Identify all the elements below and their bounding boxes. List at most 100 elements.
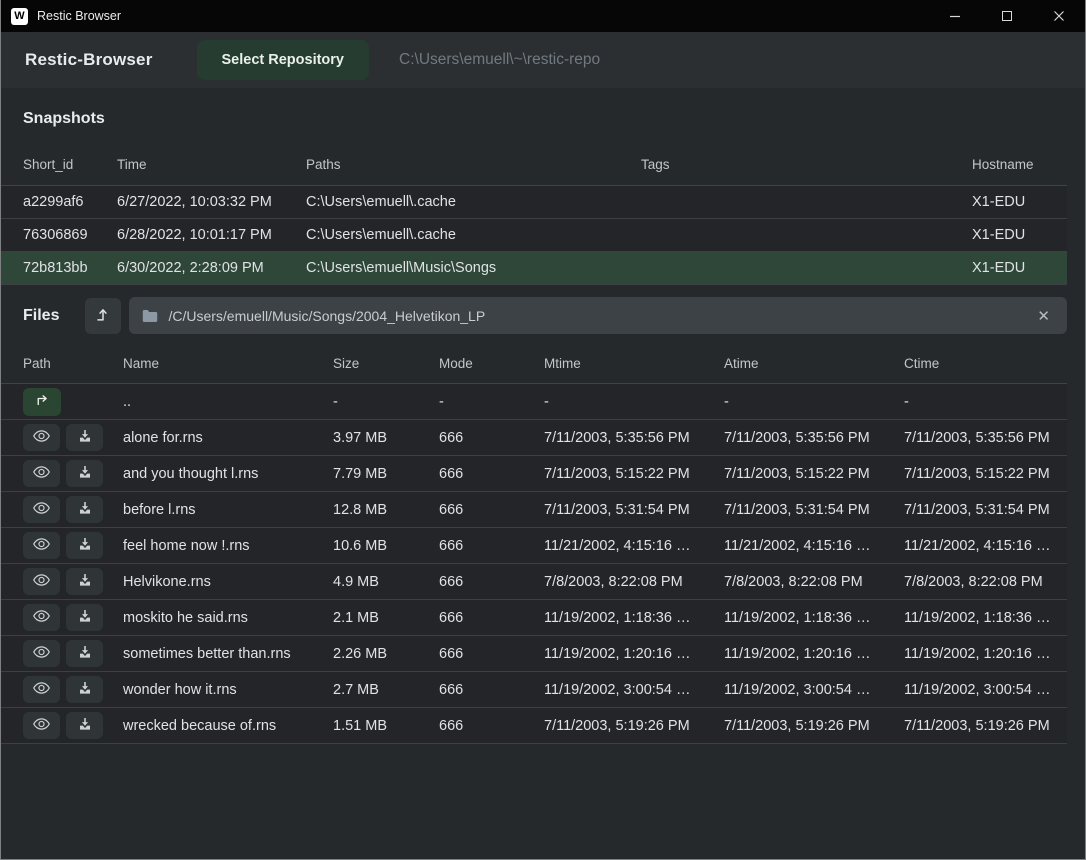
eye-icon	[32, 608, 51, 627]
file-atime: 11/19/2002, 1:18:36 …	[724, 610, 904, 626]
file-atime: 7/11/2003, 5:31:54 PM	[724, 502, 904, 518]
preview-file-button[interactable]	[23, 496, 60, 523]
parent-directory-button[interactable]	[23, 388, 61, 416]
column-header-time: Time	[117, 157, 306, 172]
column-header-size: Size	[333, 356, 439, 371]
file-mtime: 11/19/2002, 1:20:16 …	[544, 646, 724, 662]
file-ctime: 7/11/2003, 5:19:26 PM	[904, 718, 1067, 734]
preview-file-button[interactable]	[23, 640, 60, 667]
up-right-arrow-icon	[33, 391, 51, 412]
download-file-button[interactable]	[66, 424, 103, 451]
eye-icon	[32, 716, 51, 735]
go-up-button[interactable]	[85, 298, 121, 334]
file-ctime: 7/11/2003, 5:31:54 PM	[904, 502, 1067, 518]
file-row: and you thought l.rns 7.79 MB 666 7/11/2…	[1, 456, 1067, 492]
file-mode: 666	[439, 646, 544, 662]
file-name: feel home now !.rns	[123, 538, 333, 554]
column-header-ctime: Ctime	[904, 356, 1067, 371]
files-table: Path Name Size Mode Mtime Atime Ctime ..	[1, 344, 1067, 744]
minimize-button[interactable]	[929, 0, 981, 32]
file-name: ..	[123, 394, 333, 410]
app-title: Restic-Browser	[25, 50, 153, 70]
close-button[interactable]	[1033, 0, 1085, 32]
column-header-mode: Mode	[439, 356, 544, 371]
file-mtime: 7/8/2003, 8:22:08 PM	[544, 574, 724, 590]
preview-file-button[interactable]	[23, 460, 60, 487]
download-icon	[77, 716, 93, 735]
preview-file-button[interactable]	[23, 532, 60, 559]
eye-icon	[32, 500, 51, 519]
wails-logo-icon: W	[11, 8, 28, 25]
file-size: 2.26 MB	[333, 646, 439, 662]
close-icon	[1053, 10, 1065, 22]
file-name: wonder how it.rns	[123, 682, 333, 698]
file-size: -	[333, 394, 439, 410]
maximize-icon	[1002, 11, 1012, 21]
window-controls	[929, 0, 1085, 32]
file-mtime: 11/19/2002, 1:18:36 …	[544, 610, 724, 626]
file-mtime: 7/11/2003, 5:15:22 PM	[544, 466, 724, 482]
column-header-mtime: Mtime	[544, 356, 724, 371]
download-file-button[interactable]	[66, 640, 103, 667]
clear-path-button[interactable]: ✕	[1033, 305, 1054, 327]
file-name: wrecked because of.rns	[123, 718, 333, 734]
files-table-header: Path Name Size Mode Mtime Atime Ctime	[1, 344, 1067, 384]
preview-file-button[interactable]	[23, 568, 60, 595]
eye-icon	[32, 680, 51, 699]
snapshot-row[interactable]: a2299af6 6/27/2022, 10:03:32 PM C:\Users…	[1, 186, 1067, 219]
file-mtime: -	[544, 394, 724, 410]
file-row: wonder how it.rns 2.7 MB 666 11/19/2002,…	[1, 672, 1067, 708]
file-atime: 7/11/2003, 5:35:56 PM	[724, 430, 904, 446]
download-file-button[interactable]	[66, 604, 103, 631]
file-mtime: 7/11/2003, 5:31:54 PM	[544, 502, 724, 518]
clear-icon: ✕	[1037, 308, 1050, 325]
preview-file-button[interactable]	[23, 424, 60, 451]
file-mtime: 11/21/2002, 4:15:16 …	[544, 538, 724, 554]
file-name: before l.rns	[123, 502, 333, 518]
parent-directory-row: .. - - - - -	[1, 384, 1067, 420]
download-file-button[interactable]	[66, 460, 103, 487]
snapshot-row[interactable]: 76306869 6/28/2022, 10:01:17 PM C:\Users…	[1, 219, 1067, 252]
file-mode: -	[439, 394, 544, 410]
file-atime: 7/8/2003, 8:22:08 PM	[724, 574, 904, 590]
select-repository-button[interactable]: Select Repository	[197, 40, 370, 80]
file-atime: 7/11/2003, 5:19:26 PM	[724, 718, 904, 734]
file-mode: 666	[439, 538, 544, 554]
snapshot-hostname: X1-EDU	[972, 227, 1067, 243]
download-icon	[77, 680, 93, 699]
snapshot-paths: C:\Users\emuell\.cache	[306, 227, 641, 243]
maximize-button[interactable]	[981, 0, 1033, 32]
minimize-icon	[949, 10, 961, 22]
column-header-path: Path	[23, 356, 123, 371]
preview-file-button[interactable]	[23, 604, 60, 631]
snapshot-time: 6/30/2022, 2:28:09 PM	[117, 260, 306, 276]
file-size: 2.7 MB	[333, 682, 439, 698]
preview-file-button[interactable]	[23, 712, 60, 739]
file-ctime: 7/11/2003, 5:35:56 PM	[904, 430, 1067, 446]
download-file-button[interactable]	[66, 676, 103, 703]
download-icon	[77, 572, 93, 591]
download-file-button[interactable]	[66, 496, 103, 523]
download-icon	[77, 500, 93, 519]
file-atime: -	[724, 394, 904, 410]
file-mode: 666	[439, 466, 544, 482]
file-size: 7.79 MB	[333, 466, 439, 482]
file-row: wrecked because of.rns 1.51 MB 666 7/11/…	[1, 708, 1067, 744]
download-file-button[interactable]	[66, 568, 103, 595]
files-bar: Files /C/Users/emuell/Music/Songs/2004_H…	[1, 297, 1067, 334]
snapshot-short-id: 72b813bb	[23, 260, 117, 276]
snapshot-row[interactable]: 72b813bb 6/30/2022, 2:28:09 PM C:\Users\…	[1, 252, 1067, 285]
current-path-bar[interactable]: /C/Users/emuell/Music/Songs/2004_Helveti…	[129, 297, 1067, 334]
snapshot-paths: C:\Users\emuell\.cache	[306, 194, 641, 210]
download-file-button[interactable]	[66, 532, 103, 559]
download-icon	[77, 608, 93, 627]
file-row: before l.rns 12.8 MB 666 7/11/2003, 5:31…	[1, 492, 1067, 528]
snapshot-time: 6/27/2022, 10:03:32 PM	[117, 194, 306, 210]
download-file-button[interactable]	[66, 712, 103, 739]
snapshot-short-id: a2299af6	[23, 194, 117, 210]
preview-file-button[interactable]	[23, 676, 60, 703]
repository-path: C:\Users\emuell\~\restic-repo	[399, 51, 600, 69]
eye-icon	[32, 464, 51, 483]
file-size: 12.8 MB	[333, 502, 439, 518]
column-header-tags: Tags	[641, 157, 972, 172]
